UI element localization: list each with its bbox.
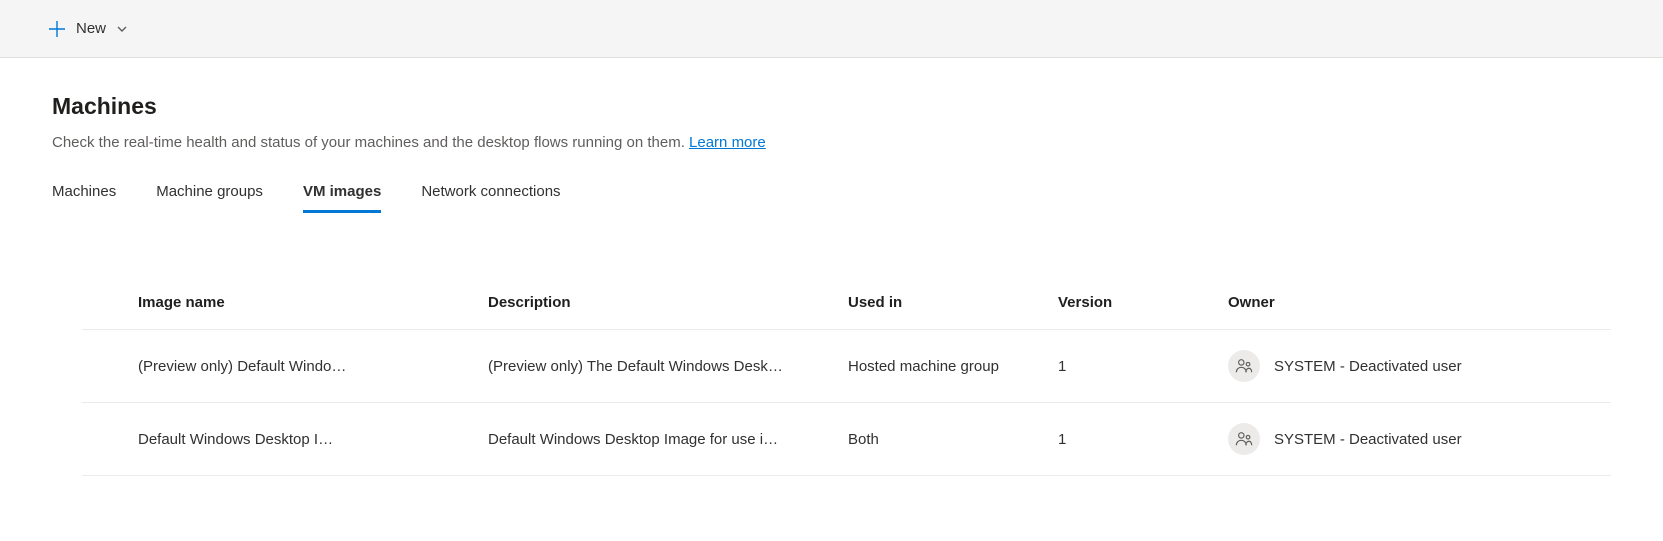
col-version-header[interactable]: Version [1042, 282, 1212, 330]
cell-used-in: Both [832, 403, 1042, 476]
table-row[interactable]: Default Windows Desktop I… Default Windo… [82, 403, 1611, 476]
tab-machines[interactable]: Machines [52, 183, 116, 213]
col-used-in-header[interactable]: Used in [832, 282, 1042, 330]
table-row[interactable]: (Preview only) Default Windo… (Preview o… [82, 330, 1611, 403]
cell-version: 1 [1042, 330, 1212, 403]
vm-images-table: Image name Description Used in Version O… [82, 282, 1611, 476]
learn-more-link[interactable]: Learn more [689, 134, 766, 151]
plus-icon [48, 20, 66, 38]
tab-vm-images[interactable]: VM images [303, 183, 381, 213]
subtitle-text: Check the real-time health and status of… [52, 134, 689, 151]
col-name-header[interactable]: Image name [122, 282, 472, 330]
cell-owner: SYSTEM - Deactivated user [1212, 330, 1611, 403]
vm-images-table-container: Image name Description Used in Version O… [52, 282, 1611, 476]
new-button[interactable]: New [48, 20, 128, 38]
cell-version: 1 [1042, 403, 1212, 476]
col-owner-header[interactable]: Owner [1212, 282, 1611, 330]
row-spacer [82, 403, 122, 476]
new-button-label: New [76, 20, 106, 37]
row-spacer [82, 330, 122, 403]
col-spacer [82, 282, 122, 330]
owner-label: SYSTEM - Deactivated user [1274, 358, 1462, 375]
page-content: Machines Check the real-time health and … [0, 58, 1663, 476]
user-avatar-icon [1228, 423, 1260, 455]
table-header-row: Image name Description Used in Version O… [82, 282, 1611, 330]
user-avatar-icon [1228, 350, 1260, 382]
chevron-down-icon [116, 23, 128, 35]
page-title: Machines [52, 93, 1611, 120]
tab-network-connections[interactable]: Network connections [421, 183, 560, 213]
col-description-header[interactable]: Description [472, 282, 832, 330]
command-bar: New [0, 0, 1663, 58]
owner-label: SYSTEM - Deactivated user [1274, 431, 1462, 448]
page-subtitle: Check the real-time health and status of… [52, 134, 1611, 151]
cell-description: (Preview only) The Default Windows Desk… [472, 330, 832, 403]
cell-owner: SYSTEM - Deactivated user [1212, 403, 1611, 476]
cell-used-in: Hosted machine group [832, 330, 1042, 403]
cell-image-name[interactable]: (Preview only) Default Windo… [122, 330, 472, 403]
cell-image-name[interactable]: Default Windows Desktop I… [122, 403, 472, 476]
cell-description: Default Windows Desktop Image for use i… [472, 403, 832, 476]
tab-list: Machines Machine groups VM images Networ… [52, 183, 1611, 214]
tab-machine-groups[interactable]: Machine groups [156, 183, 263, 213]
